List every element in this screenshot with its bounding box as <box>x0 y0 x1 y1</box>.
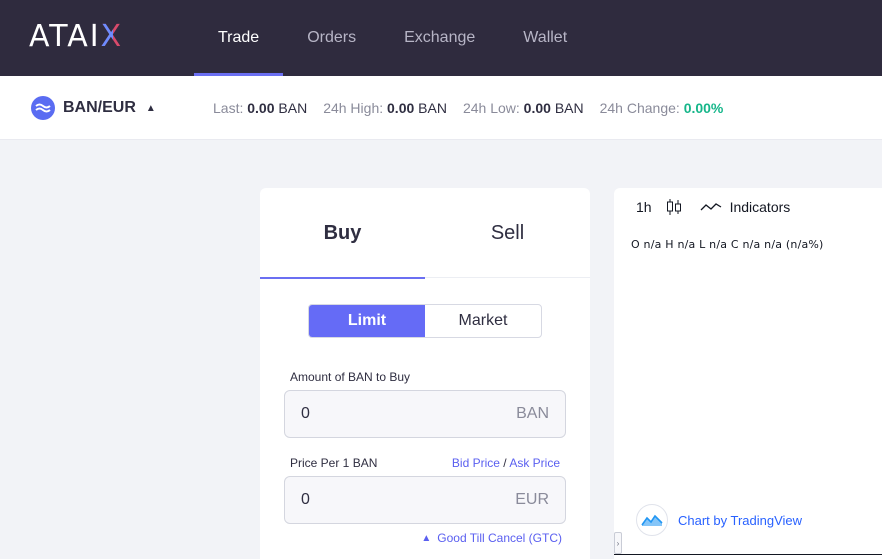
ataix-logo[interactable]: ATAI X X <box>29 18 124 54</box>
amount-label: Amount of BAN to Buy <box>290 370 411 384</box>
chart-toolbar: 1h Indicators <box>614 188 882 226</box>
limit-button[interactable]: Limit <box>309 305 425 337</box>
stat-last: Last: 0.00 BAN <box>213 100 308 116</box>
price-currency: EUR <box>515 491 549 508</box>
price-field[interactable]: EUR <box>284 476 566 524</box>
ohlc-legend: O n/a H n/a L n/a C n/a n/a (n/a%) <box>631 238 824 251</box>
order-form-panel: Buy Sell Limit Market Amount of BAN to B… <box>260 188 590 559</box>
indicators-label: Indicators <box>729 199 791 215</box>
market-button[interactable]: Market <box>425 305 541 337</box>
ticker-bar: BAN/EUR ▲ Last: 0.00 BAN 24h High: 0.00 … <box>0 76 882 140</box>
interval-button[interactable]: 1h <box>636 199 652 215</box>
banano-coin-icon <box>31 96 55 120</box>
indicators-icon <box>700 203 721 211</box>
candlestick-icon[interactable] <box>666 198 682 216</box>
tab-sell[interactable]: Sell <box>425 188 590 278</box>
chevron-up-icon: ▲ <box>421 532 432 544</box>
stat-24h-change: 24h Change: 0.00% <box>599 100 724 116</box>
amount-input[interactable] <box>301 405 517 423</box>
logo-x: XX <box>100 18 124 54</box>
tradingview-credit[interactable]: Chart by TradingView <box>636 504 802 536</box>
pair-selector[interactable]: BAN/EUR ▲ <box>31 96 156 120</box>
bid-price-link[interactable]: Bid Price <box>452 456 500 470</box>
chevron-up-icon: ▲ <box>145 102 156 114</box>
ask-price-link[interactable]: Ask Price <box>509 456 560 470</box>
price-shortcuts: Bid Price / Ask Price <box>452 456 560 470</box>
indicators-button[interactable]: Indicators <box>700 199 791 215</box>
main-nav: Trade Orders Exchange Wallet <box>194 0 591 76</box>
amount-field[interactable]: BAN <box>284 390 566 438</box>
chart-panel: 1h Indicators O n/a H n/a L n/a C n/a n/… <box>614 188 882 559</box>
nav-wallet[interactable]: Wallet <box>499 0 591 76</box>
tab-buy[interactable]: Buy <box>260 188 425 279</box>
stat-24h-high: 24h High: 0.00 BAN <box>323 100 447 116</box>
nav-orders[interactable]: Orders <box>283 0 380 76</box>
top-navbar: ATAI X X Trade Orders Exchange Wallet <box>0 0 882 76</box>
price-input[interactable] <box>301 491 516 509</box>
stat-24h-low: 24h Low: 0.00 BAN <box>462 100 584 116</box>
order-type-toggle: Limit Market <box>308 304 542 338</box>
tradingview-credit-text: Chart by TradingView <box>678 512 803 528</box>
side-tabs: Buy Sell <box>260 188 590 279</box>
price-label: Price Per 1 BAN <box>290 456 378 470</box>
ticker-stats: Last: 0.00 BAN 24h High: 0.00 BAN 24h Lo… <box>213 100 739 116</box>
chart-time-axis-line <box>614 554 882 555</box>
collapse-handle-icon[interactable]: › <box>614 532 622 554</box>
nav-trade[interactable]: Trade <box>194 0 284 76</box>
tradingview-logo-icon <box>636 504 668 536</box>
time-in-force-toggle[interactable]: ▲ Good Till Cancel (GTC) <box>421 531 562 545</box>
pair-name: BAN/EUR <box>63 99 136 116</box>
price-separator: / <box>503 456 507 470</box>
nav-exchange[interactable]: Exchange <box>380 0 499 76</box>
gtc-label: Good Till Cancel (GTC) <box>437 531 562 545</box>
amount-currency: BAN <box>516 405 549 422</box>
logo-text: ATAI <box>29 18 101 54</box>
